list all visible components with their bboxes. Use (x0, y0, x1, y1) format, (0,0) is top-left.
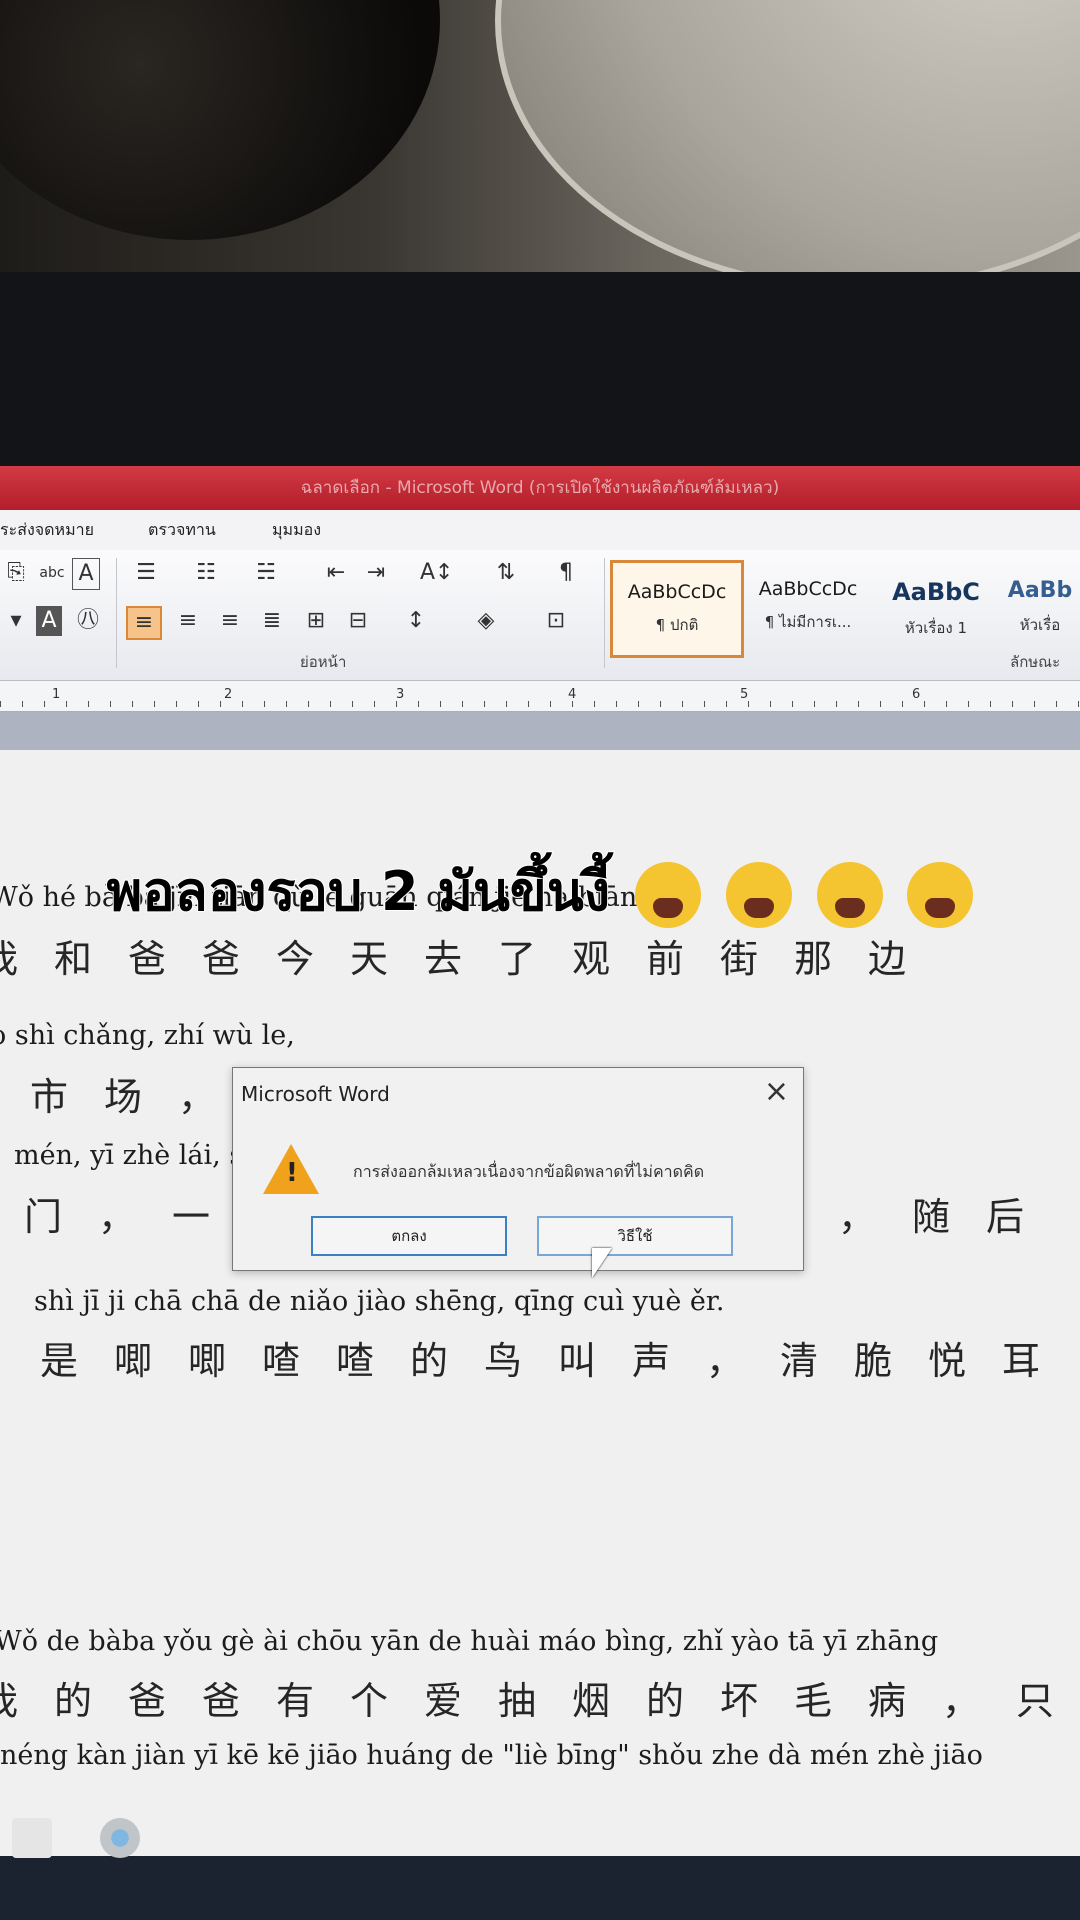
align-center-icon[interactable]: ≡ (172, 606, 204, 636)
hanzi-line: 我的爸爸有个爱抽烟的坏毛病，只要他一张 (0, 1679, 1080, 1723)
lamp-shade (0, 0, 440, 240)
line-spacing-icon[interactable]: ↕ (400, 606, 432, 636)
background-room (0, 0, 1080, 300)
page-gap (0, 712, 1080, 750)
pinyin-line: néng kàn jiàn yī kē kē jiāo huáng de "li… (0, 1740, 983, 1771)
numbering-icon[interactable]: ☷ (190, 558, 222, 588)
style-normal[interactable]: AaBbCcDc ¶ ปกติ (610, 560, 744, 658)
crying-face-icon (725, 862, 792, 929)
decrease-indent-icon[interactable]: ⇤ (320, 558, 352, 588)
ribbon-tabs: ระส่งจดหมาย ตรวจทาน มุมมอง (0, 510, 1080, 551)
increase-indent-icon[interactable]: ⇥ (360, 558, 392, 588)
format-painter-icon[interactable]: ⎘ (0, 558, 32, 588)
separator (116, 558, 117, 668)
pinyin-line: shì jī ji chā chā de niǎo jiào shēng, qī… (34, 1286, 725, 1317)
sort-icon[interactable]: ⇅ (490, 558, 522, 588)
ribbon: ⎘ abc A ▾ A ㊇ ☰ ☷ ☵ ⇤ ⇥ A↕ ⇅ ¶ ≡ ≡ ≡ ≣ ⊞… (0, 550, 1080, 681)
warning-icon: ! (263, 1144, 319, 1194)
glass-lamp (495, 0, 1080, 292)
text-effect-icon[interactable]: A (72, 558, 100, 590)
enclose-icon[interactable]: ㊇ (72, 606, 104, 636)
taskbar (0, 1856, 1080, 1920)
style-no-spacing[interactable]: AaBbCcDc ¶ ไม่มีการเ... (744, 560, 872, 652)
style-sample: AaBbCcDc (758, 578, 858, 600)
caption-text: พอลองรอบ 2 มันขึ้นงี้ (106, 859, 612, 924)
mouse-cursor (592, 1248, 612, 1278)
ruler-number: 3 (396, 687, 405, 702)
hanzi-line: 我和爸爸今天去了观前街那边 (0, 937, 943, 981)
spelling-icon[interactable]: abc (36, 558, 68, 588)
overlay-caption: พอลองรอบ 2 มันขึ้นงี้ (0, 848, 1080, 934)
text-direction-icon[interactable]: A↕ (420, 558, 453, 588)
ruler[interactable]: 1 2 3 4 5 6 (0, 681, 1080, 712)
style-sample: AaBbCcDc (627, 581, 727, 603)
ruler-number: 6 (912, 687, 921, 702)
style-name: หัวเรื่อง 1 (904, 619, 968, 637)
pinyin-line: Wǒ de bàba yǒu gè ài chōu yān de huài má… (0, 1626, 939, 1657)
store-icon[interactable] (12, 1818, 52, 1858)
style-sample: AaBb (1007, 578, 1073, 603)
crying-face-icon (907, 862, 974, 929)
shading-bucket-icon[interactable]: ◈ (470, 606, 502, 636)
chrome-icon[interactable] (100, 1818, 140, 1858)
align-right-icon[interactable]: ≡ (214, 606, 246, 636)
dropdown-icon[interactable]: ▾ (0, 606, 32, 636)
multilevel-list-icon[interactable]: ☵ (250, 558, 282, 588)
style-sample: AaBbC (892, 578, 980, 606)
tab-mailings[interactable]: ระส่งจดหมาย (0, 510, 94, 550)
dialog-message: การส่งออกล้มเหลวเนื่องจากข้อผิดพลาดที่ไม… (353, 1162, 705, 1181)
style-name: ¶ ไม่มีการเ... (764, 613, 852, 631)
ruler-number: 5 (740, 687, 749, 702)
ruler-number: 4 (568, 687, 577, 702)
close-icon[interactable]: × (764, 1074, 789, 1109)
hanzi-line: 是唧唧喳喳的鸟叫声，清脆悦耳 (40, 1339, 1077, 1383)
separator (604, 558, 605, 668)
shading-icon[interactable]: A (36, 606, 62, 636)
group-label-styles: ลักษณะ (1010, 653, 1061, 671)
pilcrow-icon[interactable]: ¶ (550, 558, 582, 588)
bullets-icon[interactable]: ☰ (130, 558, 162, 588)
help-button[interactable]: วิธีใช้ (537, 1216, 733, 1256)
tab-review[interactable]: ตรวจทาน (148, 510, 216, 550)
borders-icon[interactable]: ⊡ (540, 606, 572, 636)
style-heading-1[interactable]: AaBbC หัวเรื่อง 1 (872, 560, 1000, 652)
style-name: ¶ ปกติ (655, 616, 699, 634)
align-left-icon[interactable]: ≡ (126, 606, 162, 640)
distributed-icon[interactable]: ⊞ (300, 606, 332, 636)
error-dialog: Microsoft Word × ! การส่งออกล้มเหลวเนื่อ… (232, 1067, 804, 1271)
style-heading-2[interactable]: AaBb หัวเรื่อ (1000, 560, 1080, 652)
crying-face-icon (634, 862, 701, 929)
crying-face-icon (816, 862, 883, 929)
ruler-number: 2 (224, 687, 233, 702)
ok-button[interactable]: ตกลง (311, 1216, 507, 1256)
group-label-paragraph: ย่อหน้า (300, 653, 347, 671)
dialog-title: Microsoft Word (241, 1082, 390, 1106)
tab-view[interactable]: มุมมอง (272, 510, 321, 550)
monitor-bezel (0, 272, 1080, 640)
window-title: ฉลาดเลือก - Microsoft Word (การเปิดใช้งา… (0, 466, 1080, 510)
thai-distributed-icon[interactable]: ⊟ (342, 606, 374, 636)
pinyin-line: o shì chǎng, zhí wù le, (0, 1020, 295, 1051)
ruler-number: 1 (52, 687, 61, 702)
style-name: หัวเรื่อ (1019, 616, 1061, 634)
justify-icon[interactable]: ≣ (256, 606, 288, 636)
